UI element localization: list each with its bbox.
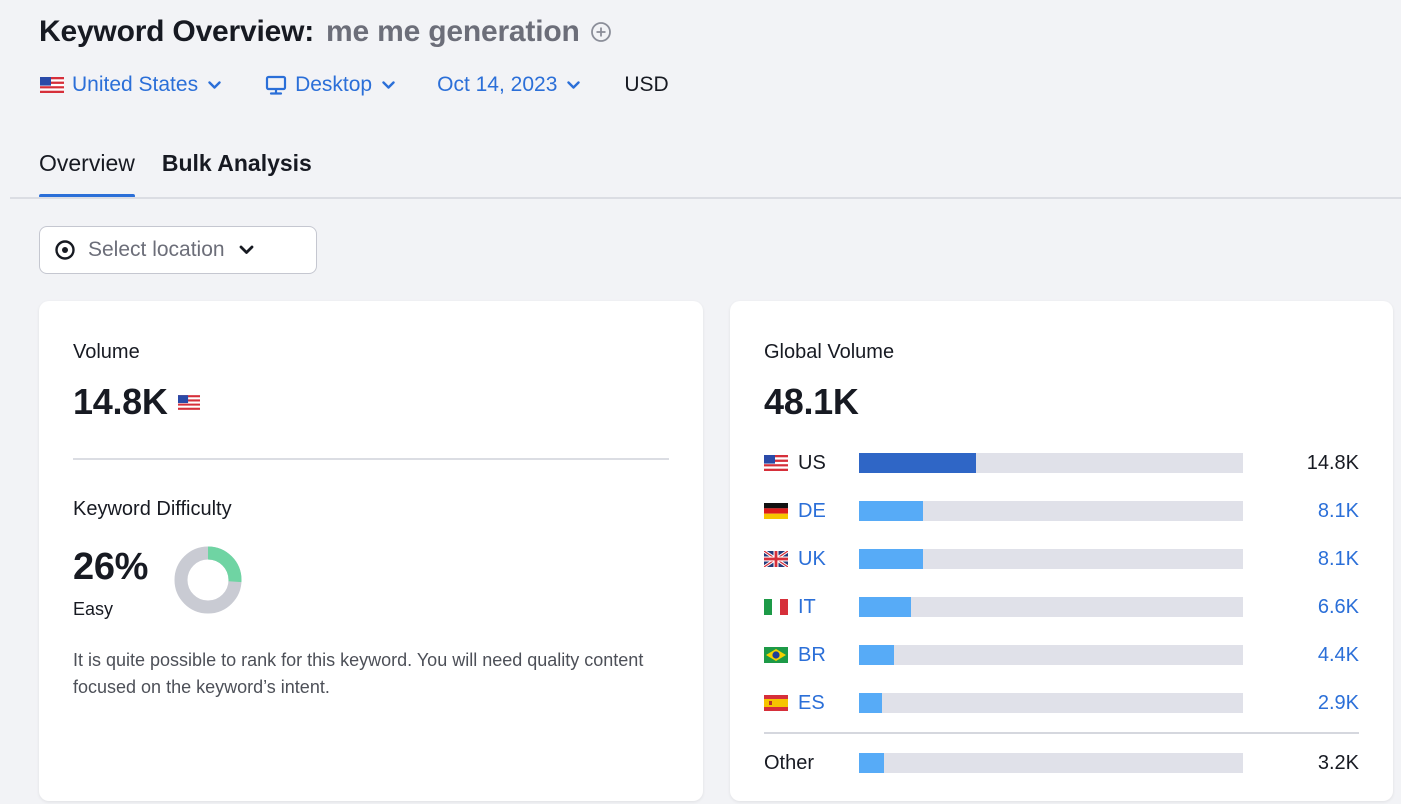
- country-row-de: DE 8.1K: [764, 497, 1359, 525]
- volume-bar-track: [859, 693, 1243, 713]
- es-flag-icon: [764, 695, 788, 711]
- country-volume-value[interactable]: 4.4K: [1318, 644, 1359, 667]
- country-volume-value: 14.8K: [1306, 451, 1359, 474]
- device-filter-label: Desktop: [295, 73, 373, 96]
- volume-bar-track: [859, 501, 1243, 521]
- volume-bar-fill: [859, 753, 884, 773]
- volume-bar-fill: [859, 549, 923, 569]
- uk-flag-icon: [764, 551, 788, 567]
- country-volume-value[interactable]: 8.1K: [1318, 500, 1359, 523]
- country-volume-value[interactable]: 6.6K: [1318, 596, 1359, 619]
- location-pin-icon: [55, 240, 75, 260]
- br-flag-icon: [764, 647, 788, 663]
- global-volume-label: Global Volume: [764, 341, 895, 363]
- country-code[interactable]: DE: [798, 500, 858, 523]
- us-flag-icon: [177, 394, 200, 410]
- de-flag-icon: [764, 503, 788, 519]
- country-filter-label: United States: [72, 73, 199, 96]
- country-row-it: IT 6.6K: [764, 593, 1359, 621]
- keyword-difficulty-level: Easy: [73, 599, 114, 619]
- country-row-us: US 14.8K: [764, 449, 1359, 477]
- volume-card: Volume 14.8K Keyword Difficulty 26% Easy…: [39, 301, 703, 801]
- volume-bar-fill: [859, 501, 923, 521]
- it-flag-icon: [764, 599, 788, 615]
- monitor-icon: [265, 75, 287, 95]
- tab-overview[interactable]: Overview: [39, 146, 135, 198]
- volume-bar-fill: [859, 597, 911, 617]
- global-volume-value: 48.1K: [764, 381, 859, 422]
- page-header: Keyword Overview: me me generation Unite…: [0, 0, 1401, 198]
- keyword-difficulty-label: Keyword Difficulty: [73, 498, 232, 520]
- country-code[interactable]: UK: [798, 548, 858, 571]
- card-divider: [73, 458, 669, 460]
- location-select[interactable]: Select location: [39, 226, 317, 274]
- country-row-es: ES 2.9K: [764, 689, 1359, 717]
- keyword-title: me me generation: [326, 15, 580, 48]
- volume-bar-track: [859, 597, 1243, 617]
- other-volume-value: 3.2K: [1317, 751, 1359, 774]
- volume-value: 14.8K: [73, 381, 168, 422]
- volume-value-row: 14.8K: [73, 381, 200, 423]
- chevron-down-icon: [382, 80, 395, 89]
- country-volume-value[interactable]: 2.9K: [1318, 692, 1359, 715]
- title-row: Keyword Overview: me me generation: [39, 14, 612, 50]
- volume-label: Volume: [73, 341, 140, 363]
- country-code: US: [798, 451, 826, 474]
- volume-bar-track: [859, 753, 1243, 773]
- volume-bar-track: [859, 549, 1243, 569]
- country-filter[interactable]: United States: [40, 73, 221, 97]
- us-flag-icon: [764, 455, 788, 471]
- volume-bar-track: [859, 645, 1243, 665]
- header-divider: [10, 197, 1401, 199]
- country-code[interactable]: ES: [798, 692, 858, 715]
- volume-bar-fill: [859, 645, 894, 665]
- filters-bar: United States Desktop Oct 14, 2023 USD: [40, 70, 669, 100]
- date-filter[interactable]: Oct 14, 2023: [437, 73, 581, 97]
- country-list-divider: [764, 732, 1359, 734]
- country-row-other: Other 3.2K: [764, 749, 1359, 777]
- us-flag-icon: [40, 77, 64, 93]
- country-volume-value[interactable]: 8.1K: [1318, 548, 1359, 571]
- keyword-difficulty-value: 26%: [73, 546, 149, 588]
- tab-bar: Overview Bulk Analysis: [39, 146, 339, 198]
- tab-bulk-analysis[interactable]: Bulk Analysis: [162, 146, 312, 198]
- global-volume-card: Global Volume 48.1K US 14.8K DE 8.1K UK 8.1K I…: [730, 301, 1393, 801]
- add-circle-icon[interactable]: [590, 21, 612, 43]
- difficulty-donut-chart: [174, 546, 242, 614]
- country-code[interactable]: BR: [798, 644, 858, 667]
- date-filter-label: Oct 14, 2023: [437, 73, 558, 96]
- volume-bar-fill: [859, 693, 882, 713]
- device-filter[interactable]: Desktop: [265, 73, 395, 97]
- volume-bar-track: [859, 453, 1243, 473]
- volume-bar-fill: [859, 453, 976, 473]
- country-row-br: BR 4.4K: [764, 641, 1359, 669]
- keyword-difficulty-description: It is quite possible to rank for this ke…: [73, 650, 644, 697]
- chevron-down-icon: [239, 245, 253, 254]
- chevron-down-icon: [208, 80, 221, 89]
- page-title: Keyword Overview:: [39, 15, 315, 48]
- currency-label: USD: [624, 73, 669, 96]
- location-placeholder: Select location: [88, 238, 225, 261]
- other-label: Other: [764, 751, 815, 774]
- country-row-uk: UK 8.1K: [764, 545, 1359, 573]
- chevron-down-icon: [567, 80, 581, 89]
- country-code[interactable]: IT: [798, 596, 858, 619]
